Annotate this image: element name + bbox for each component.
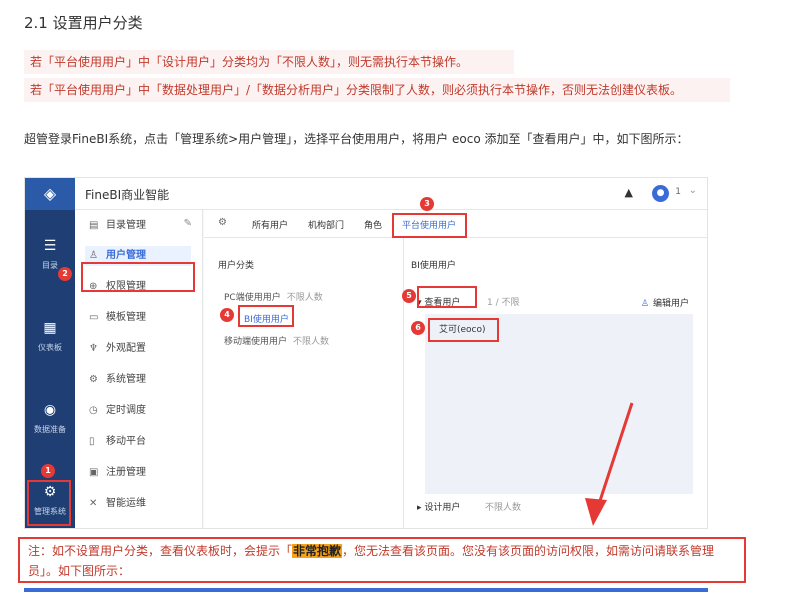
section-title: 2.1 设置用户分类	[24, 14, 143, 32]
next-figure-edge	[24, 588, 708, 592]
note-box: 注：如不设置用户分类，查看仪表板时，会提示「非常抱歉，您无法查看该页面。您没有该…	[18, 537, 746, 583]
note-highlight: 非常抱歉	[292, 544, 343, 558]
tip-data-users: 若「平台使用用户」中「数据处理用户」/「数据分析用户」分类限制了人数，则必须执行…	[24, 78, 730, 102]
screenshot-figure: ◈ ☰ 目录 ▦ 仪表板 ◉ 数据准备 ⚙ 管理系统 FineBI商业智能 ▲ …	[24, 177, 708, 529]
tip-design-users: 若「平台使用用户」中「设计用户」分类均为「不限人数」，则无需执行本节操作。	[24, 50, 514, 74]
instruction-text: 超管登录FineBI系统，点击「管理系统>用户管理」，选择平台使用用户，将用户 …	[24, 132, 689, 146]
note-prefix: 注：如不设置用户分类，查看仪表板时，会提示「	[28, 544, 293, 558]
arrow-icon	[585, 402, 634, 526]
